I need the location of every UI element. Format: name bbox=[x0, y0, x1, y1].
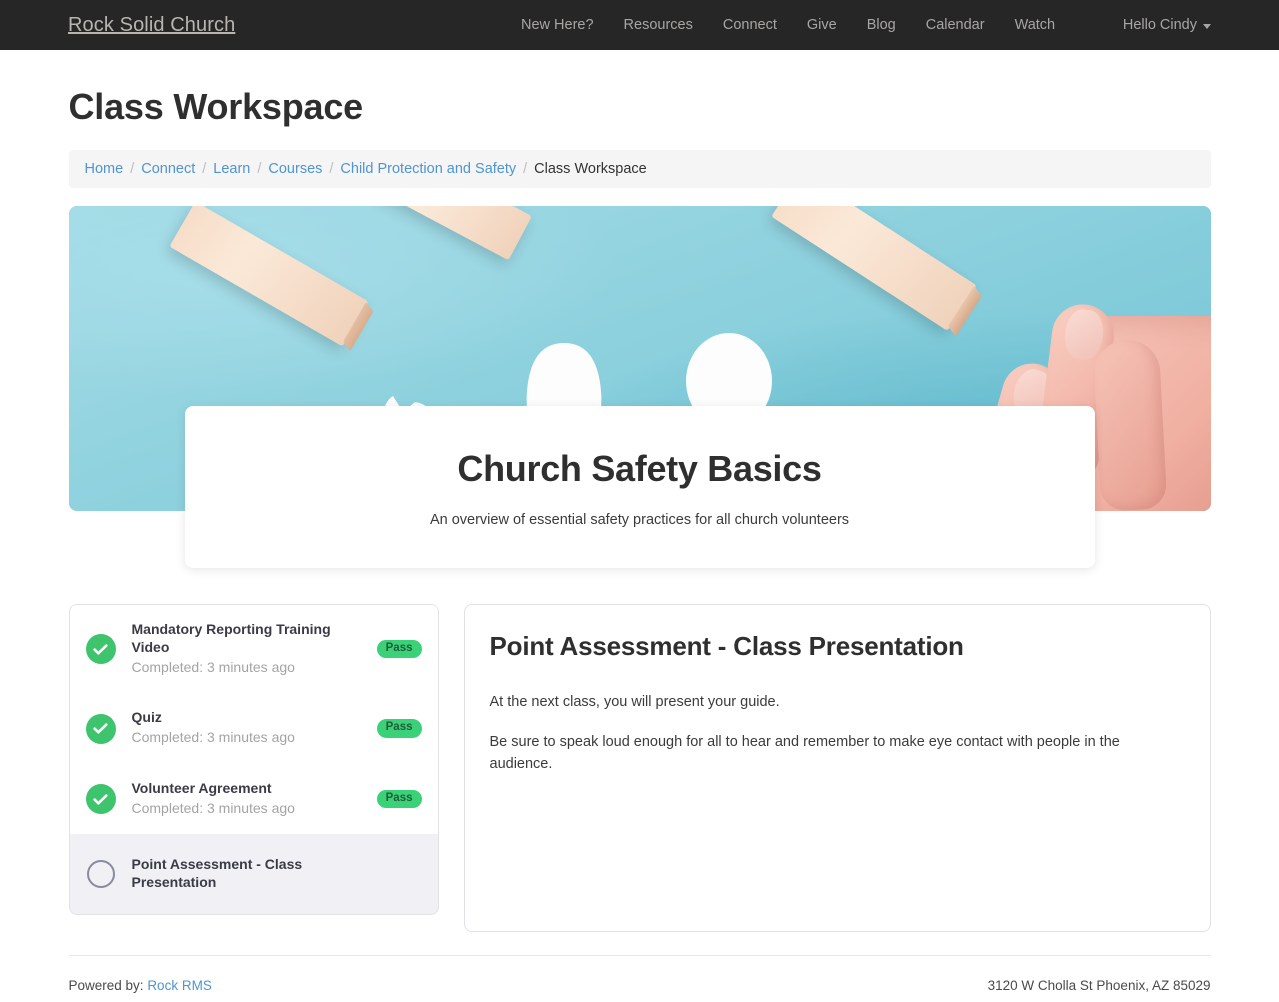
powered-by-label: Powered by: bbox=[68, 978, 144, 993]
activity-status-text: Completed: 3 minutes ago bbox=[131, 799, 295, 816]
user-menu-label: Hello Cindy bbox=[1122, 17, 1197, 33]
activity-list-item-selected[interactable]: Point Assessment - Class Presentation bbox=[69, 834, 438, 915]
page-container: Class Workspace Home / Connect / Learn /… bbox=[68, 50, 1211, 932]
activity-text: Quiz Completed: 3 minutes ago bbox=[132, 709, 367, 748]
activity-status-icon-wrapper bbox=[86, 859, 116, 889]
nav-item-watch[interactable]: Watch bbox=[1015, 17, 1056, 33]
powered-by: Powered by: Rock RMS bbox=[69, 978, 212, 993]
activity-list-item[interactable]: Quiz Completed: 3 minutes ago Pass bbox=[69, 693, 438, 764]
breadcrumb-item-learn[interactable]: Learn bbox=[213, 161, 250, 177]
course-header-card: Church Safety Basics An overview of esse… bbox=[184, 406, 1095, 568]
activity-list-item[interactable]: Mandatory Reporting Training Video Compl… bbox=[69, 605, 438, 694]
breadcrumb-item-current: Class Workspace bbox=[534, 161, 647, 177]
activity-title: Point Assessment - Class Presentation bbox=[131, 856, 303, 891]
activity-status-icon-wrapper bbox=[85, 634, 116, 665]
check-circle-icon bbox=[85, 784, 116, 815]
finger-shape bbox=[1092, 338, 1167, 511]
empty-circle-icon bbox=[86, 860, 115, 889]
nav-item-new-here[interactable]: New Here? bbox=[521, 17, 594, 33]
activity-title: Quiz bbox=[131, 709, 162, 726]
activity-status-icon-wrapper bbox=[85, 784, 116, 815]
activity-list-item[interactable]: Volunteer Agreement Completed: 3 minutes… bbox=[69, 763, 438, 835]
rock-rms-link[interactable]: Rock RMS bbox=[147, 978, 212, 993]
fingernail-shape bbox=[1061, 307, 1106, 362]
page-title: Class Workspace bbox=[68, 86, 364, 127]
footer-address: 3120 W Cholla St Phoenix, AZ 85029 bbox=[987, 978, 1211, 993]
breadcrumb-separator: / bbox=[523, 161, 528, 177]
status-badge: Pass bbox=[376, 639, 422, 659]
workspace-content: Mandatory Reporting Training Video Compl… bbox=[68, 604, 1211, 932]
activity-detail-panel: Point Assessment - Class Presentation At… bbox=[463, 604, 1211, 932]
breadcrumb-separator: / bbox=[329, 161, 334, 177]
breadcrumb-separator: / bbox=[202, 161, 207, 177]
nav-item-blog[interactable]: Blog bbox=[867, 17, 896, 33]
page-footer: Powered by: Rock RMS 3120 W Cholla St Ph… bbox=[68, 955, 1211, 993]
brand-logo[interactable]: Rock Solid Church bbox=[68, 14, 235, 37]
activity-text: Volunteer Agreement Completed: 3 minutes… bbox=[132, 780, 367, 819]
detail-paragraph: Be sure to speak loud enough for all to … bbox=[489, 733, 1120, 772]
activity-title: Volunteer Agreement bbox=[131, 779, 272, 796]
nav-item-give[interactable]: Give bbox=[807, 17, 837, 33]
breadcrumb-item-home[interactable]: Home bbox=[85, 161, 124, 177]
activity-status-text: Completed: 3 minutes ago bbox=[131, 658, 295, 675]
breadcrumb: Home / Connect / Learn / Courses / Child… bbox=[68, 150, 1211, 188]
breadcrumb-separator: / bbox=[130, 161, 135, 177]
check-circle-icon bbox=[85, 713, 116, 744]
status-badge: Pass bbox=[376, 719, 422, 738]
course-title: Church Safety Basics bbox=[457, 448, 822, 489]
detail-paragraph: At the next class, you will present your… bbox=[489, 694, 780, 710]
primary-nav: New Here? Resources Connect Give Blog Ca… bbox=[521, 17, 1055, 33]
check-circle-icon bbox=[85, 634, 116, 665]
chevron-down-icon bbox=[1203, 23, 1211, 29]
activity-status-icon-wrapper bbox=[85, 713, 116, 744]
nav-item-calendar[interactable]: Calendar bbox=[926, 17, 985, 33]
nav-item-connect[interactable]: Connect bbox=[723, 17, 777, 33]
user-menu-button[interactable]: Hello Cindy bbox=[1123, 17, 1211, 33]
status-badge: Pass bbox=[376, 789, 422, 809]
activity-text: Point Assessment - Class Presentation bbox=[132, 856, 422, 892]
course-subtitle: An overview of essential safety practice… bbox=[429, 512, 850, 528]
breadcrumb-item-courses[interactable]: Courses bbox=[268, 161, 322, 177]
breadcrumb-item-child-protection-and-safety[interactable]: Child Protection and Safety bbox=[340, 161, 516, 177]
activity-text: Mandatory Reporting Training Video Compl… bbox=[132, 621, 367, 677]
activity-list-panel: Mandatory Reporting Training Video Compl… bbox=[68, 604, 439, 916]
activity-status-text: Completed: 3 minutes ago bbox=[131, 729, 295, 746]
activity-title: Mandatory Reporting Training Video bbox=[131, 621, 331, 655]
hero-section: Church Safety Basics An overview of esse… bbox=[68, 206, 1211, 568]
top-navbar: Rock Solid Church New Here? Resources Co… bbox=[0, 0, 1279, 50]
detail-title: Point Assessment - Class Presentation bbox=[489, 631, 964, 661]
breadcrumb-separator: / bbox=[257, 161, 262, 177]
breadcrumb-item-connect[interactable]: Connect bbox=[141, 161, 195, 177]
nav-item-resources[interactable]: Resources bbox=[624, 17, 693, 33]
